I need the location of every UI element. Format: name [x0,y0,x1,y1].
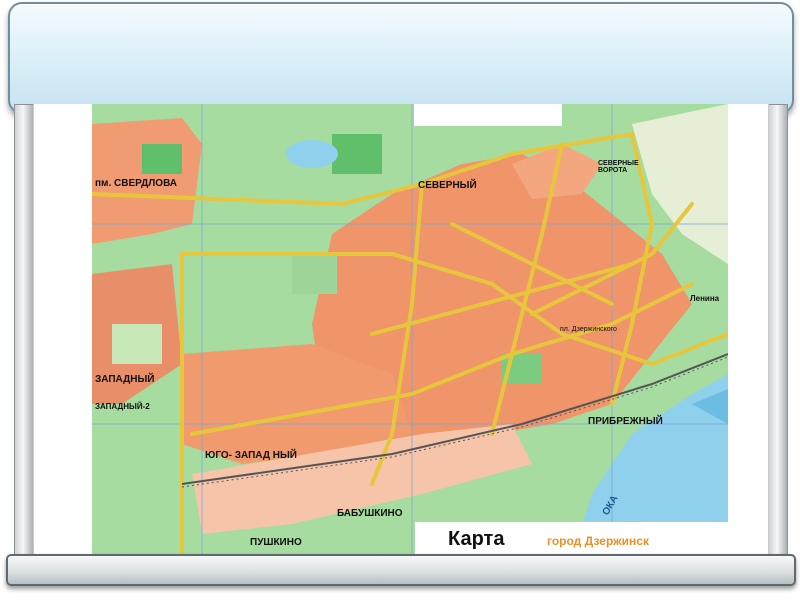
map-caption: Карта [448,528,505,550]
label-pribrezhny: ПРИБРЕЖНЫЙ [588,416,663,427]
label-dzerzhinsky: пл. Дзержинского [560,326,617,333]
label-zapadny: ЗАПАДНЫЙ [95,374,155,385]
label-severny: СЕВЕРНЫЙ [418,180,477,191]
map-subtitle: город Дзержинск [547,534,649,548]
scroll-right-rail [768,104,788,558]
map-blank-area [414,104,562,126]
park-5 [112,324,162,364]
label-babushkino: БАБУШКИНО [337,508,403,519]
park-1 [142,144,182,174]
label-pushkino: ПУШКИНО [250,537,302,548]
lake [286,140,338,168]
scroll-top-banner [8,2,794,114]
label-yugo-zapadny: ЮГО- ЗАПАД НЫЙ [205,450,297,461]
scroll-left-rail [14,104,34,558]
scroll-bottom-roller [6,554,796,586]
label-severnye-vorota: СЕВЕРНЫЕ ВОРОТА [598,160,639,174]
label-zapadny2: ЗАПАДНЫЙ-2 [95,402,150,411]
park-2 [332,134,382,174]
label-sverdlova: пм. СВЕРДЛОВА [95,178,178,189]
label-lenina: Ленина [690,294,720,303]
park-3 [292,254,337,294]
